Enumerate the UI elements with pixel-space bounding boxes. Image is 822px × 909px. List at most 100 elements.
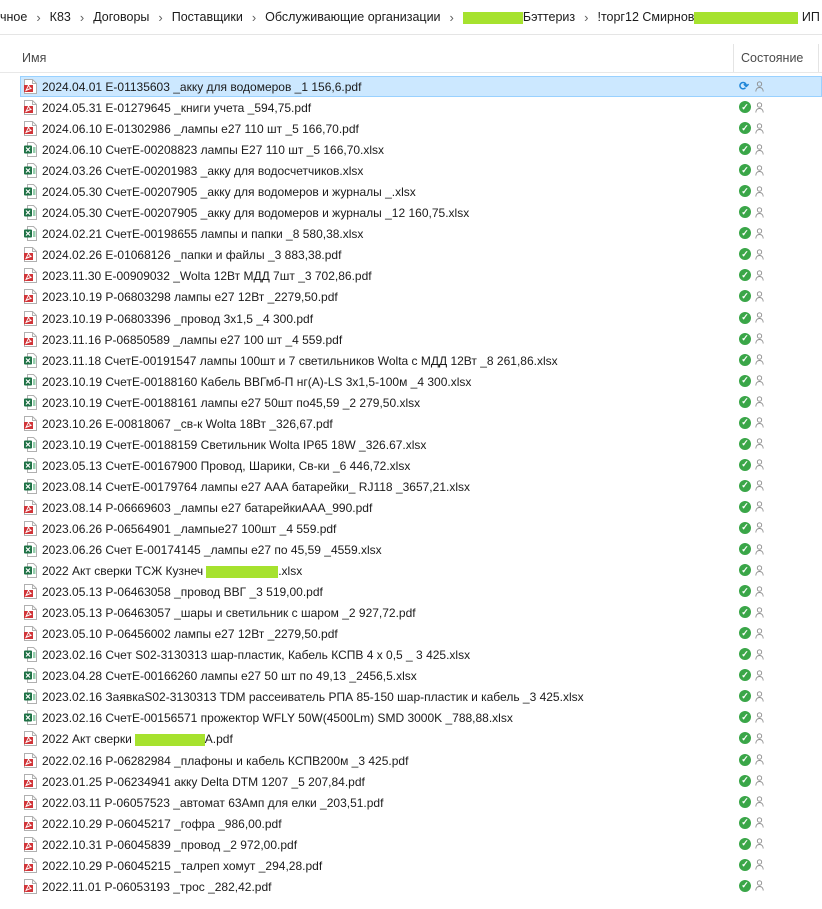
breadcrumb-item[interactable]: Обслуживающие организации: [261, 10, 444, 24]
file-name: 2023.10.19 Р-06803396 _провод 3х1,5 _4 3…: [42, 311, 314, 326]
excel-file-icon: [24, 457, 37, 473]
file-status: ✓: [739, 585, 764, 598]
file-row[interactable]: 2024.03.26 СчетЕ-00201983 _акку для водо…: [0, 160, 822, 181]
pdf-file-icon: [24, 499, 37, 515]
file-row[interactable]: 2024.06.10 Е-01302986 _лампы е27 110 шт …: [0, 118, 822, 139]
file-row[interactable]: 2022.10.31 Р-06045839 _провод _2 972,00.…: [0, 834, 822, 855]
file-row[interactable]: 2024.02.26 Е-01068126 _папки и файлы _3 …: [0, 244, 822, 265]
shared-person-icon: [755, 333, 764, 344]
column-header-name[interactable]: Имя: [22, 51, 46, 65]
file-row[interactable]: 2023.08.14 СчетЕ-00179764 лампы е27 ААА …: [0, 476, 822, 497]
file-row[interactable]: 2023.10.19 Р-06803298 лампы е27 12Вт _22…: [0, 286, 822, 307]
synced-check-icon: ✓: [739, 521, 751, 534]
breadcrumb-item-redacted[interactable]: Бэттериз: [459, 10, 579, 24]
file-row[interactable]: 2024.04.01 Е-01135603 _акку для водомеро…: [20, 76, 822, 98]
pdf-file-icon: [24, 752, 37, 768]
file-name: 2024.03.26 СчетЕ-00201983 _акку для водо…: [42, 164, 364, 179]
file-row[interactable]: 2023.06.26 Р-06564901 _лампые27 100шт _4…: [0, 518, 822, 539]
pdf-file-icon: [24, 584, 37, 600]
file-row[interactable]: 2024.05.31 Е-01279645 _книги учета _594,…: [0, 97, 822, 118]
file-row[interactable]: 2023.10.26 Е-00818067 _св-к Wolta 18Вт _…: [0, 413, 822, 434]
file-name: 2024.06.10 Е-01302986 _лампы е27 110 шт …: [42, 122, 359, 137]
synced-check-icon: ✓: [739, 353, 751, 366]
pdf-file-icon: [24, 626, 37, 642]
file-row[interactable]: 2024.02.21 СчетЕ-00198655 лампы и папки …: [0, 223, 822, 244]
file-row[interactable]: 2023.05.10 Р-06456002 лампы е27 12Вт _22…: [0, 623, 822, 644]
shared-person-icon: [755, 691, 764, 702]
synced-check-icon: ✓: [739, 627, 751, 640]
breadcrumb-item[interactable]: Договоры: [89, 10, 153, 24]
file-status: ✓: [739, 353, 764, 366]
file-row[interactable]: 2023.02.16 СчетЕ-00156571 прожектор WFLY…: [0, 707, 822, 728]
file-row[interactable]: 2022.11.01 Р-06053193 _трос _282,42.pdf ✓: [0, 876, 822, 897]
excel-file-icon: [24, 373, 37, 389]
file-row[interactable]: 2023.10.19 Р-06803396 _провод 3х1,5 _4 3…: [0, 308, 822, 329]
file-row[interactable]: 2023.10.19 СчетЕ-00188159 Светильник Wol…: [0, 434, 822, 455]
file-name: 2023.02.16 СчетЕ-00156571 прожектор WFLY…: [42, 711, 513, 726]
synced-check-icon: ✓: [739, 543, 751, 556]
file-row[interactable]: 2023.10.19 СчетЕ-00188161 лампы е27 50шт…: [0, 392, 822, 413]
file-row[interactable]: 2024.05.30 СчетЕ-00207905 _акку для водо…: [0, 202, 822, 223]
file-row[interactable]: 2024.05.30 СчетЕ-00207905 _акку для водо…: [0, 181, 822, 202]
shared-person-icon: [755, 585, 764, 597]
column-divider[interactable]: [733, 44, 734, 72]
synced-check-icon: ✓: [739, 332, 751, 345]
file-row[interactable]: 2023.05.13 СчетЕ-00167900 Провод, Шарики…: [0, 455, 822, 476]
file-row[interactable]: 2022 Акт сверки ТСЖ Кузнеч .xlsx ✓: [0, 560, 822, 581]
file-row[interactable]: 2023.08.14 Р-06669603 _лампы е27 батарей…: [0, 497, 822, 518]
file-status: ✓: [739, 143, 764, 156]
synced-check-icon: ✓: [739, 837, 751, 850]
file-status: ✓: [739, 374, 764, 387]
file-row[interactable]: 2023.11.16 Р-06850589 _лампы е27 100 шт …: [0, 329, 822, 350]
shared-person-icon: [755, 501, 764, 512]
file-status: ✓: [739, 206, 764, 219]
breadcrumb-item-redacted[interactable]: !торг12 Смирнов ИП: [593, 10, 822, 24]
breadcrumb-item[interactable]: К83: [46, 10, 75, 24]
file-name: 2023.10.19 Р-06803298 лампы е27 12Вт _22…: [42, 290, 338, 305]
synced-check-icon: ✓: [739, 143, 751, 156]
synced-check-icon: ✓: [739, 669, 751, 682]
file-row[interactable]: 2022.10.29 Р-06045217 _гофра _986,00.pdf…: [0, 813, 822, 834]
breadcrumb-item-label: !торг12 Смирнов: [597, 10, 695, 24]
file-name: 2023.11.16 Р-06850589 _лампы е27 100 шт …: [42, 332, 343, 347]
pdf-file-icon: [24, 605, 37, 621]
file-row[interactable]: 2022.02.16 Р-06282984 _плафоны и кабель …: [0, 750, 822, 771]
file-name: 2023.10.26 Е-00818067 _св-к Wolta 18Вт _…: [42, 416, 333, 431]
synced-check-icon: ✓: [739, 753, 751, 766]
synced-check-icon: ✓: [739, 395, 751, 408]
file-name: 2023.02.16 ЗаявкаS02-3130313 TDM рассеив…: [42, 690, 584, 705]
excel-file-icon: [24, 352, 37, 368]
file-row[interactable]: 2023.05.13 Р-06463058 _провод ВВГ _3 519…: [0, 581, 822, 602]
file-status: ✓: [739, 711, 764, 724]
file-row[interactable]: 2023.10.19 СчетЕ-00188160 Кабель ВВГмб-П…: [0, 371, 822, 392]
file-row[interactable]: 2022.10.29 Р-06045215 _талреп хомут _294…: [0, 855, 822, 876]
file-row[interactable]: 2023.06.26 Счет Е-00174145 _лампы е27 по…: [0, 539, 822, 560]
breadcrumb-item[interactable]: Поставщики: [168, 10, 247, 24]
breadcrumb-item[interactable]: чное: [0, 10, 31, 24]
synced-check-icon: ✓: [739, 816, 751, 829]
column-divider[interactable]: [818, 44, 819, 72]
shared-person-icon: [755, 838, 764, 849]
shared-person-icon: [755, 564, 764, 576]
file-status: ✓: [739, 858, 764, 871]
file-name: 2023.05.13 СчетЕ-00167900 Провод, Шарики…: [42, 458, 411, 473]
shared-person-icon: [755, 649, 764, 660]
file-row[interactable]: 2023.02.16 Счет S02-3130313 шар-пластик,…: [0, 644, 822, 665]
file-row[interactable]: 2023.05.13 Р-06463057 _шары и светильник…: [0, 602, 822, 623]
file-row[interactable]: 2022 Акт сверки А.pdf ✓: [0, 728, 822, 749]
chevron-right-icon: ›: [36, 9, 41, 25]
file-name: 2022 Акт сверки ТСЖ Кузнеч .xlsx: [42, 564, 302, 578]
file-row[interactable]: 2023.11.30 Е-00909032 _Wolta 12Вт МДД 7ш…: [0, 265, 822, 286]
pdf-file-icon: [24, 815, 37, 831]
file-name: 2023.05.13 Р-06463058 _провод ВВГ _3 519…: [42, 585, 323, 600]
column-header-status[interactable]: Состояние: [741, 51, 803, 65]
excel-file-icon: [24, 142, 37, 158]
file-row[interactable]: 2023.02.16 ЗаявкаS02-3130313 TDM рассеив…: [0, 686, 822, 707]
file-row[interactable]: 2023.01.25 Р-06234941 акку Delta DTM 120…: [0, 771, 822, 792]
file-row[interactable]: 2023.04.28 СчетЕ-00166260 лампы е27 50 ш…: [0, 665, 822, 686]
pdf-file-icon: [24, 289, 37, 305]
file-row[interactable]: 2023.11.18 СчетЕ-00191547 лампы 100шт и …: [0, 350, 822, 371]
shared-person-icon: [755, 438, 764, 449]
file-row[interactable]: 2024.06.10 СчетЕ-00208823 лампы Е27 110 …: [0, 139, 822, 160]
file-row[interactable]: 2022.03.11 Р-06057523 _автомат 63Амп для…: [0, 792, 822, 813]
